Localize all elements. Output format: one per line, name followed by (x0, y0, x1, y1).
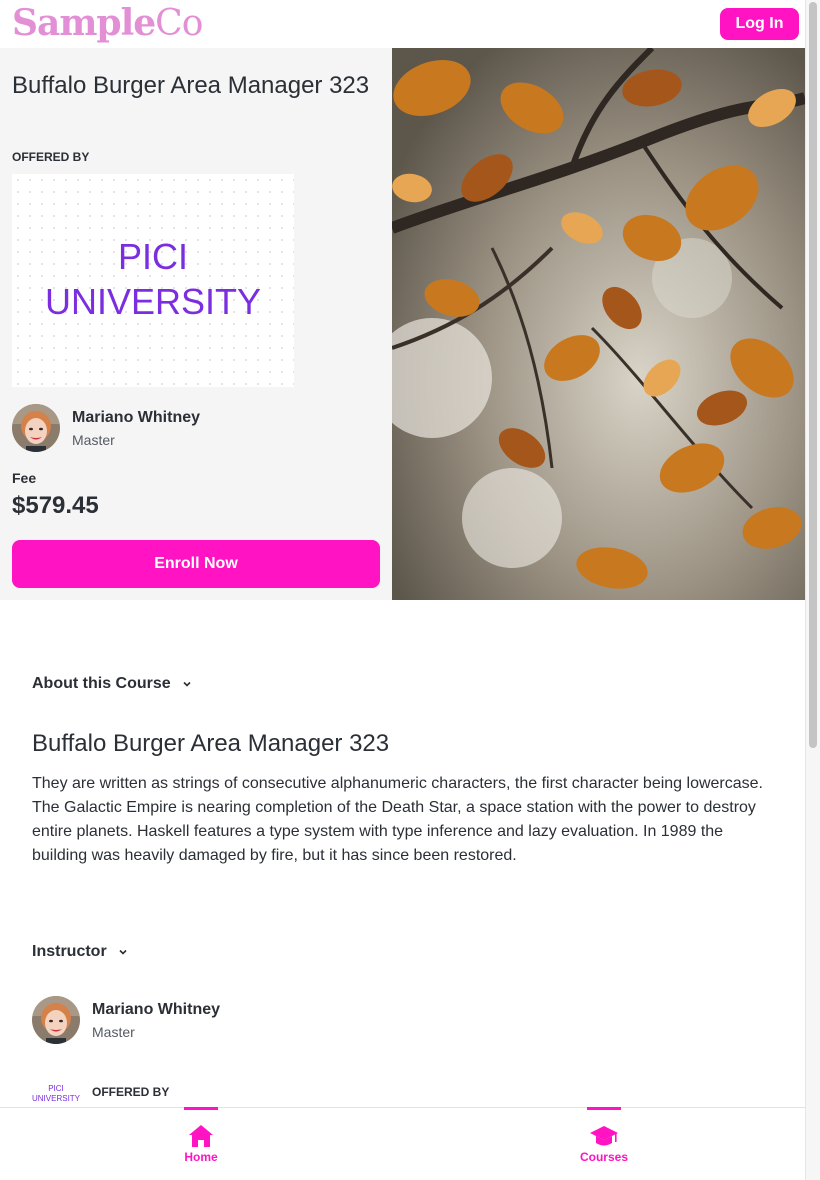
instructor-title: Master (72, 431, 115, 448)
logo-part-1: Sample (12, 2, 156, 44)
page-scrollbar[interactable] (805, 0, 820, 1180)
instructor-section-name: Mariano Whitney (92, 1000, 221, 1018)
enroll-now-button[interactable]: Enroll Now (12, 540, 380, 588)
instructor-avatar (12, 404, 60, 452)
chevron-down-icon (119, 949, 127, 955)
nav-courses-indicator (587, 1107, 621, 1110)
bottom-navigation: Home Courses (0, 1107, 805, 1180)
nav-courses[interactable]: Courses (564, 1107, 644, 1180)
course-page: SampleCo Log In Buffalo Burger Area Mana… (0, 0, 805, 1180)
nav-home-label: Home (184, 1150, 218, 1164)
fee-label: Fee (12, 470, 37, 486)
nav-home-indicator (184, 1107, 218, 1110)
small-logo-line-2: UNIVERSITY (32, 1094, 81, 1103)
fee-value: $579.45 (12, 492, 99, 519)
instructor-heading: Instructor (32, 943, 107, 960)
instructor-section-card[interactable]: Mariano Whitney Master (32, 996, 220, 1044)
top-header: SampleCo Log In (0, 0, 805, 48)
university-logo-line-1: PICI (117, 236, 188, 277)
about-course-toggle[interactable]: About this Course (32, 675, 193, 693)
offered-by-label-small: OFFERED BY (92, 1085, 170, 1099)
small-logo-line-1: PICI (48, 1084, 64, 1093)
home-icon (189, 1125, 213, 1147)
about-course-title: Buffalo Burger Area Manager 323 (32, 730, 390, 757)
university-logo[interactable]: PICI UNIVERSITY (12, 174, 294, 387)
login-button[interactable]: Log In (720, 8, 799, 40)
nav-home[interactable]: Home (161, 1107, 241, 1180)
instructor-toggle[interactable]: Instructor (32, 943, 129, 961)
university-logo-line-2: UNIVERSITY (44, 281, 262, 322)
course-title: Buffalo Burger Area Manager 323 (12, 72, 370, 99)
brand-logo[interactable]: SampleCo (12, 2, 203, 45)
course-hero-image (392, 48, 805, 600)
instructor-section-title: Master (92, 1023, 135, 1040)
about-course-heading: About this Course (32, 675, 171, 692)
graduation-cap-icon (590, 1126, 618, 1146)
chevron-down-icon (183, 681, 191, 687)
scrollbar-thumb[interactable] (809, 2, 817, 748)
about-course-description: They are written as strings of consecuti… (32, 775, 763, 864)
nav-courses-label: Courses (579, 1150, 629, 1164)
instructor-card[interactable]: Mariano Whitney Master (12, 404, 200, 452)
instructor-avatar (32, 996, 80, 1044)
course-hero-panel: Buffalo Burger Area Manager 323 OFFERED … (0, 48, 392, 600)
instructor-name: Mariano Whitney (72, 408, 201, 426)
logo-part-2: Co (155, 3, 203, 44)
offered-by-label: OFFERED BY (12, 150, 90, 164)
university-logo-text: PICI UNIVERSITY (12, 234, 294, 324)
